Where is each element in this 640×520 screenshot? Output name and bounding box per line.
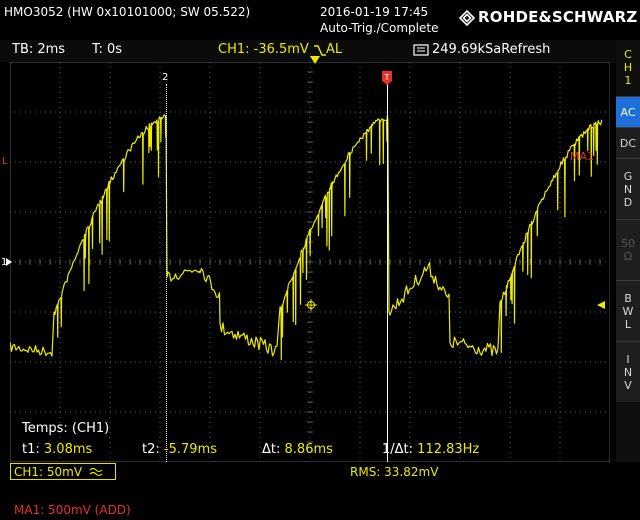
trigger-marker-icon: [310, 56, 320, 64]
t2-value: -5.79ms: [163, 442, 217, 457]
cursor-2-line[interactable]: [166, 84, 167, 462]
instrument-model: HMO3052 (HW 0x10101000; SW 05.522): [4, 5, 251, 19]
waveform-display[interactable]: [9, 61, 611, 463]
gnd-label-g: G: [623, 169, 633, 183]
ch1-trace: [9, 114, 603, 361]
bandwidth-limit-button[interactable]: B W L: [616, 280, 640, 341]
inv-label-n: N: [623, 365, 633, 379]
cursor-2-marker[interactable]: 2: [162, 71, 168, 85]
rms-readout[interactable]: RMS: 33.82mV: [350, 465, 438, 479]
trigger-mode[interactable]: AL: [326, 43, 342, 57]
channel-label: C H 1: [616, 48, 640, 87]
channel-label-h: H: [623, 61, 633, 74]
trigger-time-readout[interactable]: T: 0s: [92, 43, 122, 57]
t1-label: t1:: [22, 442, 40, 457]
impedance-50-label: 50: [621, 237, 635, 250]
svg-text:L: L: [2, 156, 8, 166]
graticule[interactable]: [9, 61, 611, 463]
grid-center-ticks: [9, 61, 611, 463]
sample-rate-readout[interactable]: 249.69kSaRefresh: [432, 43, 550, 57]
math-label: MA1: [570, 150, 595, 163]
coupling-ac-label: AC: [620, 105, 636, 119]
measurement-dt: Δt: 8.86ms: [262, 443, 333, 457]
gnd-label-n: N: [623, 182, 633, 196]
rohde-schwarz-logo-icon: [459, 10, 475, 26]
gnd-label-d: D: [623, 195, 633, 209]
freq-value: 112.83Hz: [417, 442, 480, 457]
dt-label: Δt:: [262, 442, 281, 457]
ch1-scale[interactable]: CH1: 50mV: [14, 465, 82, 479]
trigger-level-readout[interactable]: CH1: -36.5mV: [218, 43, 309, 57]
invert-button[interactable]: I N V: [616, 341, 640, 402]
trigger-position-letter: T: [384, 73, 390, 82]
inv-label-i: I: [626, 352, 630, 366]
bwl-label-b: B: [624, 291, 632, 305]
date-time: 2016-01-19 17:45: [320, 5, 429, 19]
coupling-dc-label: DC: [619, 136, 637, 150]
timebase-readout[interactable]: TB: 2ms: [12, 43, 65, 57]
coupling-dc-button[interactable]: DC: [616, 127, 640, 158]
channel-label-1: 1: [624, 74, 632, 87]
t2-label: t2:: [142, 442, 160, 457]
trigger-state: Auto-Trig./Complete: [320, 21, 439, 35]
math-scale[interactable]: MA1: 500mV (ADD): [14, 503, 131, 517]
bwl-label-l: L: [624, 317, 632, 331]
t1-value: 3.08ms: [43, 442, 93, 457]
measurement-freq: 1/Δt: 112.83Hz: [382, 443, 479, 457]
trigger-position-marker[interactable]: T: [381, 70, 393, 86]
measurement-title: Temps: (CH1): [22, 421, 110, 436]
inv-label-v: V: [624, 378, 632, 392]
dt-value: 8.86ms: [284, 442, 333, 457]
ac-coupling-icon: [89, 467, 103, 477]
channel-label-c: C: [624, 48, 632, 61]
crosshair-icon[interactable]: [305, 299, 317, 311]
freq-label: 1/Δt:: [382, 442, 414, 457]
measurement-t2: t2: -5.79ms: [142, 443, 217, 457]
trigger-level-arrow-icon: [597, 301, 605, 309]
measurement-t1: t1: 3.08ms: [22, 443, 92, 457]
ohm-icon: Ω: [623, 250, 633, 263]
math-level-marker-icon[interactable]: L: [2, 154, 12, 166]
cursor-1-line[interactable]: [387, 84, 388, 462]
coupling-gnd-button[interactable]: G N D: [616, 158, 640, 219]
ch1-ground-arrow-icon: [6, 258, 12, 266]
brand-name: ROHDE&SCHWARZ: [478, 8, 638, 26]
coupling-ac-button[interactable]: AC: [616, 96, 640, 127]
bwl-label-w: W: [622, 304, 634, 318]
impedance-50-button[interactable]: 50 Ω: [616, 219, 640, 280]
memory-icon: [413, 44, 429, 56]
